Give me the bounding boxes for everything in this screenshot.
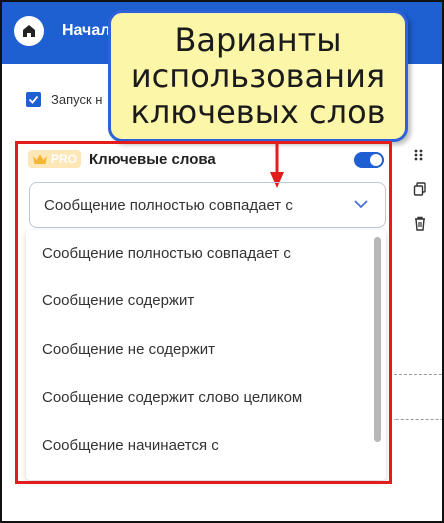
home-button[interactable] [14,16,44,46]
start-label: Запуск н [51,92,103,107]
start-option[interactable]: Запуск н [26,92,102,107]
callout-line-2: использования [130,57,386,95]
start-checkbox[interactable] [26,92,41,107]
home-icon [23,25,35,37]
callout-annotation: Варианты использования ключевых слов [108,10,408,142]
callout-line-3: ключевых слов [130,93,386,131]
header-title: Начал [62,22,111,39]
highlight-frame [15,141,392,484]
app-window: Начал Запуск н Варианты использования кл… [0,0,444,523]
callout-line-1: Варианты [174,21,342,59]
check-icon [28,95,39,104]
copy-icon[interactable] [413,182,427,196]
trash-icon[interactable] [413,216,427,231]
dashed-placeholder [394,374,442,420]
drag-handle-icon[interactable] [413,148,425,162]
